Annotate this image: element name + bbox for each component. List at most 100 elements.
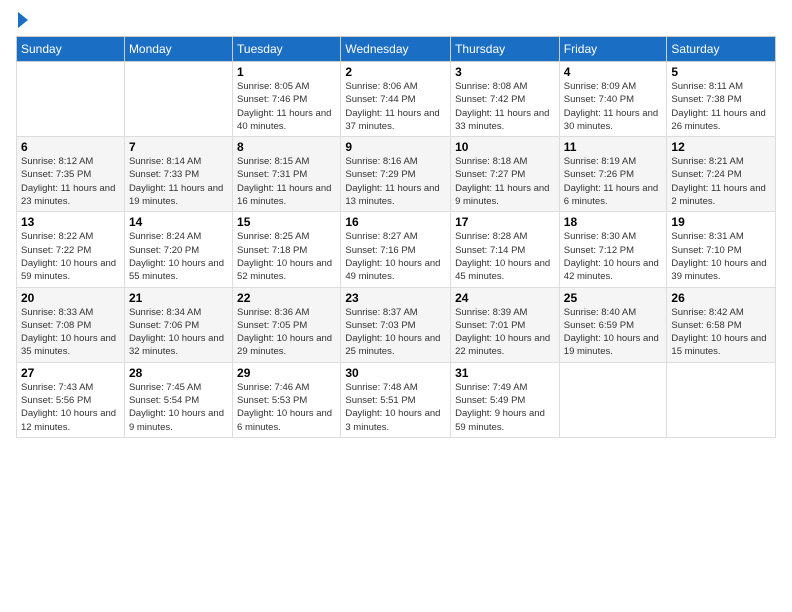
- day-number: 27: [21, 366, 120, 380]
- calendar-cell: 19Sunrise: 8:31 AMSunset: 7:10 PMDayligh…: [667, 212, 776, 287]
- day-info: Sunrise: 8:42 AMSunset: 6:58 PMDaylight:…: [671, 306, 771, 359]
- day-info: Sunrise: 8:09 AMSunset: 7:40 PMDaylight:…: [564, 80, 663, 133]
- day-info: Sunrise: 7:48 AMSunset: 5:51 PMDaylight:…: [345, 381, 446, 434]
- calendar-cell: 20Sunrise: 8:33 AMSunset: 7:08 PMDayligh…: [17, 287, 125, 362]
- day-number: 5: [671, 65, 771, 79]
- calendar-cell: 12Sunrise: 8:21 AMSunset: 7:24 PMDayligh…: [667, 137, 776, 212]
- day-info: Sunrise: 8:28 AMSunset: 7:14 PMDaylight:…: [455, 230, 555, 283]
- day-number: 23: [345, 291, 446, 305]
- calendar-cell: 30Sunrise: 7:48 AMSunset: 5:51 PMDayligh…: [341, 362, 451, 437]
- day-info: Sunrise: 8:27 AMSunset: 7:16 PMDaylight:…: [345, 230, 446, 283]
- calendar-header-row: SundayMondayTuesdayWednesdayThursdayFrid…: [17, 37, 776, 62]
- day-info: Sunrise: 8:39 AMSunset: 7:01 PMDaylight:…: [455, 306, 555, 359]
- calendar-cell: [124, 62, 232, 137]
- day-number: 1: [237, 65, 336, 79]
- day-number: 11: [564, 140, 663, 154]
- calendar-cell: 10Sunrise: 8:18 AMSunset: 7:27 PMDayligh…: [451, 137, 560, 212]
- calendar-cell: 25Sunrise: 8:40 AMSunset: 6:59 PMDayligh…: [559, 287, 667, 362]
- day-info: Sunrise: 8:31 AMSunset: 7:10 PMDaylight:…: [671, 230, 771, 283]
- weekday-header-wednesday: Wednesday: [341, 37, 451, 62]
- calendar-week-row: 20Sunrise: 8:33 AMSunset: 7:08 PMDayligh…: [17, 287, 776, 362]
- page: SundayMondayTuesdayWednesdayThursdayFrid…: [0, 0, 792, 612]
- day-info: Sunrise: 8:06 AMSunset: 7:44 PMDaylight:…: [345, 80, 446, 133]
- weekday-header-thursday: Thursday: [451, 37, 560, 62]
- day-number: 18: [564, 215, 663, 229]
- day-info: Sunrise: 8:19 AMSunset: 7:26 PMDaylight:…: [564, 155, 663, 208]
- day-number: 19: [671, 215, 771, 229]
- calendar: SundayMondayTuesdayWednesdayThursdayFrid…: [16, 36, 776, 438]
- day-info: Sunrise: 8:15 AMSunset: 7:31 PMDaylight:…: [237, 155, 336, 208]
- day-info: Sunrise: 8:37 AMSunset: 7:03 PMDaylight:…: [345, 306, 446, 359]
- day-number: 9: [345, 140, 446, 154]
- calendar-cell: 8Sunrise: 8:15 AMSunset: 7:31 PMDaylight…: [233, 137, 341, 212]
- day-number: 31: [455, 366, 555, 380]
- calendar-cell: 11Sunrise: 8:19 AMSunset: 7:26 PMDayligh…: [559, 137, 667, 212]
- day-number: 4: [564, 65, 663, 79]
- calendar-week-row: 6Sunrise: 8:12 AMSunset: 7:35 PMDaylight…: [17, 137, 776, 212]
- day-number: 3: [455, 65, 555, 79]
- day-info: Sunrise: 8:40 AMSunset: 6:59 PMDaylight:…: [564, 306, 663, 359]
- weekday-header-sunday: Sunday: [17, 37, 125, 62]
- day-info: Sunrise: 8:11 AMSunset: 7:38 PMDaylight:…: [671, 80, 771, 133]
- calendar-cell: 31Sunrise: 7:49 AMSunset: 5:49 PMDayligh…: [451, 362, 560, 437]
- day-info: Sunrise: 7:45 AMSunset: 5:54 PMDaylight:…: [129, 381, 228, 434]
- weekday-header-saturday: Saturday: [667, 37, 776, 62]
- day-info: Sunrise: 8:05 AMSunset: 7:46 PMDaylight:…: [237, 80, 336, 133]
- day-number: 12: [671, 140, 771, 154]
- weekday-header-tuesday: Tuesday: [233, 37, 341, 62]
- calendar-cell: 5Sunrise: 8:11 AMSunset: 7:38 PMDaylight…: [667, 62, 776, 137]
- day-number: 8: [237, 140, 336, 154]
- day-info: Sunrise: 8:08 AMSunset: 7:42 PMDaylight:…: [455, 80, 555, 133]
- day-info: Sunrise: 8:36 AMSunset: 7:05 PMDaylight:…: [237, 306, 336, 359]
- day-info: Sunrise: 8:14 AMSunset: 7:33 PMDaylight:…: [129, 155, 228, 208]
- day-number: 10: [455, 140, 555, 154]
- logo: [16, 10, 28, 28]
- day-number: 16: [345, 215, 446, 229]
- day-number: 28: [129, 366, 228, 380]
- calendar-week-row: 1Sunrise: 8:05 AMSunset: 7:46 PMDaylight…: [17, 62, 776, 137]
- day-number: 6: [21, 140, 120, 154]
- calendar-cell: 29Sunrise: 7:46 AMSunset: 5:53 PMDayligh…: [233, 362, 341, 437]
- calendar-cell: 1Sunrise: 8:05 AMSunset: 7:46 PMDaylight…: [233, 62, 341, 137]
- logo-arrow-icon: [18, 12, 28, 28]
- calendar-cell: 22Sunrise: 8:36 AMSunset: 7:05 PMDayligh…: [233, 287, 341, 362]
- day-info: Sunrise: 7:46 AMSunset: 5:53 PMDaylight:…: [237, 381, 336, 434]
- calendar-cell: 15Sunrise: 8:25 AMSunset: 7:18 PMDayligh…: [233, 212, 341, 287]
- calendar-cell: 26Sunrise: 8:42 AMSunset: 6:58 PMDayligh…: [667, 287, 776, 362]
- day-number: 25: [564, 291, 663, 305]
- day-number: 20: [21, 291, 120, 305]
- calendar-cell: 28Sunrise: 7:45 AMSunset: 5:54 PMDayligh…: [124, 362, 232, 437]
- calendar-cell: 16Sunrise: 8:27 AMSunset: 7:16 PMDayligh…: [341, 212, 451, 287]
- calendar-cell: 24Sunrise: 8:39 AMSunset: 7:01 PMDayligh…: [451, 287, 560, 362]
- calendar-cell: 3Sunrise: 8:08 AMSunset: 7:42 PMDaylight…: [451, 62, 560, 137]
- day-info: Sunrise: 8:22 AMSunset: 7:22 PMDaylight:…: [21, 230, 120, 283]
- day-info: Sunrise: 7:49 AMSunset: 5:49 PMDaylight:…: [455, 381, 555, 434]
- calendar-cell: 17Sunrise: 8:28 AMSunset: 7:14 PMDayligh…: [451, 212, 560, 287]
- day-info: Sunrise: 8:30 AMSunset: 7:12 PMDaylight:…: [564, 230, 663, 283]
- calendar-cell: 6Sunrise: 8:12 AMSunset: 7:35 PMDaylight…: [17, 137, 125, 212]
- calendar-cell: [667, 362, 776, 437]
- day-info: Sunrise: 8:12 AMSunset: 7:35 PMDaylight:…: [21, 155, 120, 208]
- day-info: Sunrise: 8:24 AMSunset: 7:20 PMDaylight:…: [129, 230, 228, 283]
- calendar-cell: 2Sunrise: 8:06 AMSunset: 7:44 PMDaylight…: [341, 62, 451, 137]
- day-number: 15: [237, 215, 336, 229]
- header: [16, 10, 776, 28]
- weekday-header-monday: Monday: [124, 37, 232, 62]
- calendar-cell: 14Sunrise: 8:24 AMSunset: 7:20 PMDayligh…: [124, 212, 232, 287]
- day-number: 7: [129, 140, 228, 154]
- day-number: 14: [129, 215, 228, 229]
- calendar-cell: 13Sunrise: 8:22 AMSunset: 7:22 PMDayligh…: [17, 212, 125, 287]
- day-number: 29: [237, 366, 336, 380]
- day-info: Sunrise: 8:34 AMSunset: 7:06 PMDaylight:…: [129, 306, 228, 359]
- day-info: Sunrise: 8:16 AMSunset: 7:29 PMDaylight:…: [345, 155, 446, 208]
- calendar-cell: 4Sunrise: 8:09 AMSunset: 7:40 PMDaylight…: [559, 62, 667, 137]
- day-number: 22: [237, 291, 336, 305]
- day-number: 21: [129, 291, 228, 305]
- calendar-cell: 21Sunrise: 8:34 AMSunset: 7:06 PMDayligh…: [124, 287, 232, 362]
- calendar-cell: [559, 362, 667, 437]
- day-info: Sunrise: 7:43 AMSunset: 5:56 PMDaylight:…: [21, 381, 120, 434]
- calendar-cell: 27Sunrise: 7:43 AMSunset: 5:56 PMDayligh…: [17, 362, 125, 437]
- day-info: Sunrise: 8:33 AMSunset: 7:08 PMDaylight:…: [21, 306, 120, 359]
- calendar-cell: 18Sunrise: 8:30 AMSunset: 7:12 PMDayligh…: [559, 212, 667, 287]
- day-number: 26: [671, 291, 771, 305]
